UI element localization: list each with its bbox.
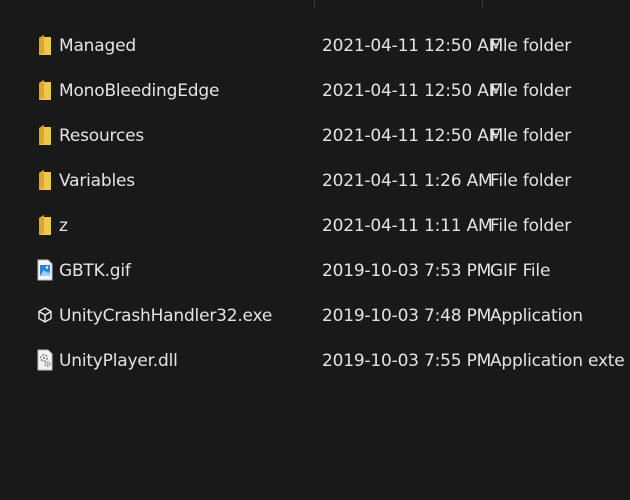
file-name: UnityCrashHandler32.exe: [59, 306, 273, 326]
file-row-variables[interactable]: Variables 2021-04-11 1:26 AM File folder: [0, 158, 630, 203]
file-row-gbtk-gif[interactable]: GBTK.gif 2019-10-03 7:53 PM GIF File: [0, 248, 630, 293]
file-type: File folder: [490, 126, 571, 146]
file-date-modified: 2021-04-11 1:11 AM: [322, 216, 493, 236]
file-row-z[interactable]: z 2021-04-11 1:11 AM File folder: [0, 203, 630, 248]
gif-image-icon: [37, 258, 53, 282]
file-name: UnityPlayer.dll: [59, 351, 178, 371]
file-type: Application extens...: [490, 351, 625, 371]
file-name: GBTK.gif: [59, 261, 131, 281]
file-row-unitycrashhandler32[interactable]: UnityCrashHandler32.exe 2019-10-03 7:48 …: [0, 293, 630, 338]
dll-gear-icon: [37, 348, 53, 372]
file-row-managed[interactable]: Managed 2021-04-11 12:50 AM File folder: [0, 23, 630, 68]
file-date-modified: 2021-04-11 12:50 AM: [322, 81, 504, 101]
folder-icon: [37, 33, 53, 57]
file-type: File folder: [490, 171, 571, 191]
file-name: Managed: [59, 36, 136, 56]
folder-icon: [37, 213, 53, 237]
column-divider[interactable]: [482, 0, 483, 8]
file-type: Application: [490, 306, 583, 326]
column-divider[interactable]: [314, 0, 315, 8]
file-name: Resources: [59, 126, 145, 146]
file-name: Variables: [59, 171, 135, 191]
file-row-unityplayer-dll[interactable]: UnityPlayer.dll 2019-10-03 7:55 PM Appli…: [0, 338, 630, 383]
file-date-modified: 2021-04-11 1:26 AM: [322, 171, 493, 191]
file-date-modified: 2021-04-11 12:50 AM: [322, 126, 504, 146]
folder-icon: [37, 168, 53, 192]
file-row-monobleedingedge[interactable]: MonoBleedingEdge 2021-04-11 12:50 AM Fil…: [0, 68, 630, 113]
unity-application-icon: [37, 303, 53, 327]
file-type: File folder: [490, 36, 571, 56]
file-date-modified: 2019-10-03 7:53 PM: [322, 261, 492, 281]
file-type: File folder: [490, 81, 571, 101]
file-name: MonoBleedingEdge: [59, 81, 220, 101]
file-date-modified: 2019-10-03 7:55 PM: [322, 351, 492, 371]
file-row-resources[interactable]: Resources 2021-04-11 12:50 AM File folde…: [0, 113, 630, 158]
file-date-modified: 2021-04-11 12:50 AM: [322, 36, 504, 56]
file-date-modified: 2019-10-03 7:48 PM: [322, 306, 492, 326]
file-type: File folder: [490, 216, 571, 236]
file-type: GIF File: [490, 261, 551, 281]
file-list: Managed 2021-04-11 12:50 AM File folder …: [0, 23, 630, 383]
folder-icon: [37, 123, 53, 147]
file-name: z: [59, 216, 68, 236]
folder-icon: [37, 78, 53, 102]
